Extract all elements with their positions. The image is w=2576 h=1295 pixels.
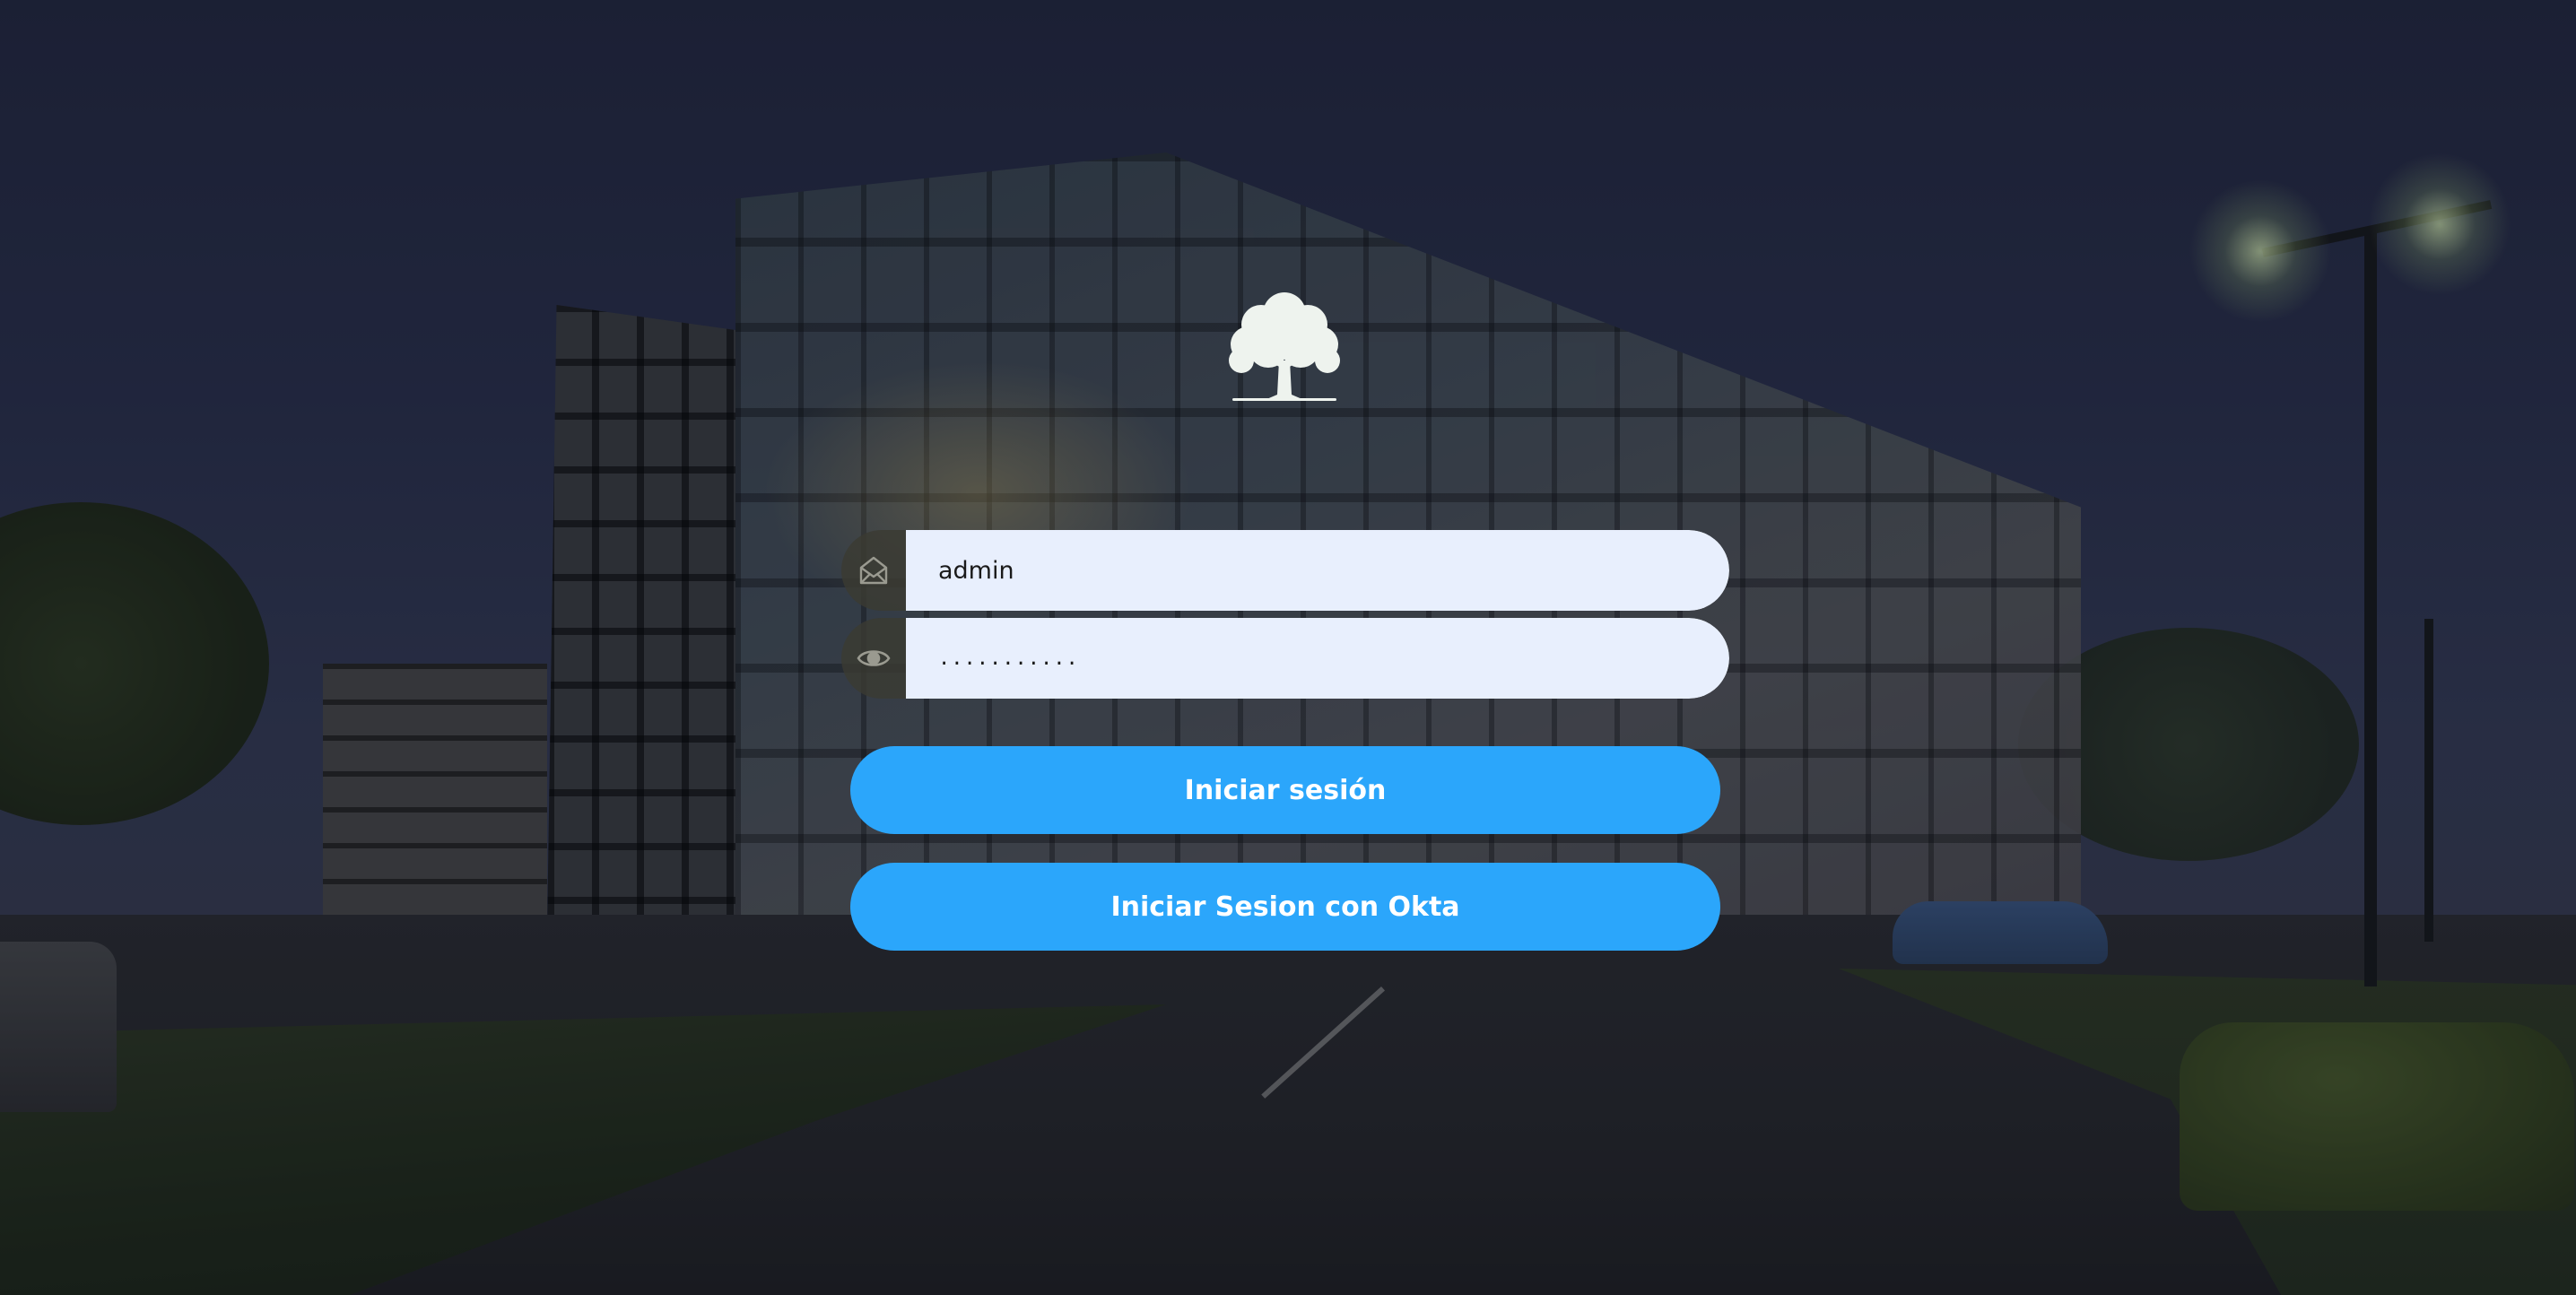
tree-logo-icon (1223, 289, 1345, 405)
password-field-group (841, 618, 1729, 699)
username-field-group (841, 530, 1729, 611)
username-input[interactable] (906, 530, 1729, 611)
password-input[interactable] (906, 618, 1729, 699)
okta-login-button[interactable]: Iniciar Sesion con Okta (850, 863, 1720, 951)
login-page: Iniciar sesión Iniciar Sesion con Okta (0, 0, 2576, 1295)
login-button[interactable]: Iniciar sesión (850, 746, 1720, 834)
